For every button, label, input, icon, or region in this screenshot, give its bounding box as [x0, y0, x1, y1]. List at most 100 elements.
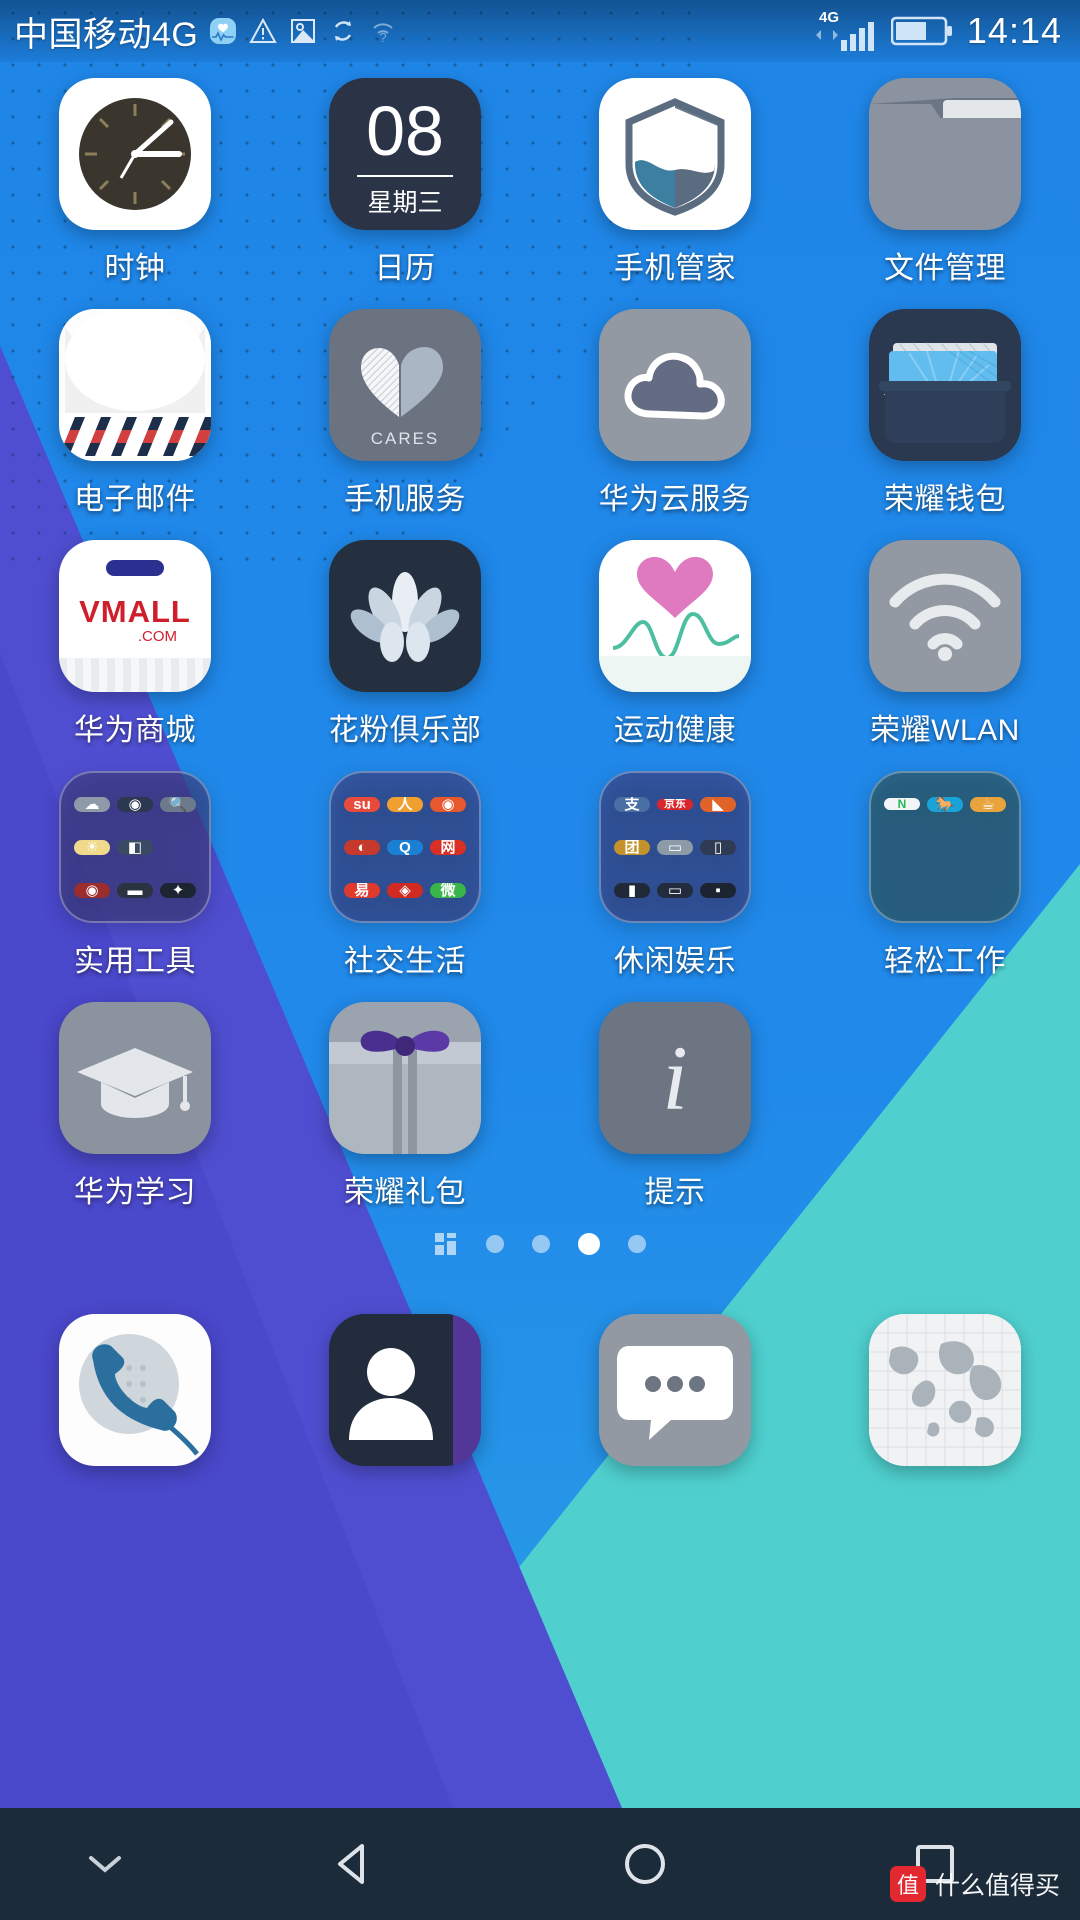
app-label: 电子邮件: [74, 483, 196, 516]
app-huafen-club[interactable]: 花粉俱乐部: [270, 540, 540, 771]
folder-entertainment[interactable]: 支 京东 ◣ 团 ▭ ▯ ▮ ▭ ▪ 休闲娱乐: [540, 771, 810, 1002]
folder-mini-app: ☕: [970, 796, 1006, 812]
folder-preview-grid: 支 京东 ◣ 团 ▭ ▯ ▮ ▭ ▪: [599, 771, 751, 923]
app-label: 花粉俱乐部: [328, 714, 482, 747]
app-health[interactable]: 运动健康: [540, 540, 810, 771]
home-pages-icon[interactable]: [434, 1232, 458, 1256]
nav-notification-chevron[interactable]: [0, 1850, 209, 1878]
folder-mini-app: ◣: [700, 796, 736, 812]
page-dot-2[interactable]: [532, 1235, 550, 1253]
app-vmall[interactable]: VMALL .COM 华为商城: [0, 540, 270, 771]
gift-box-icon[interactable]: [329, 1002, 481, 1154]
app-phone-service[interactable]: CARES 手机服务: [270, 309, 540, 540]
calendar-day: 08: [366, 91, 444, 170]
page-indicator[interactable]: [0, 1232, 1080, 1256]
signal-4g-icon: 4G: [813, 9, 879, 53]
folder-icon[interactable]: su 人 ◉ ◐ Q 网 易 ◈ 微: [329, 771, 481, 923]
envelope-icon[interactable]: [59, 309, 211, 461]
app-label: 华为学习: [74, 1176, 196, 1209]
folder-mini-app: ▪: [700, 882, 736, 898]
lotus-icon[interactable]: [329, 540, 481, 692]
status-bar-right: 4G 14:14: [813, 9, 1062, 53]
folder-mini-app: ◉: [117, 796, 153, 812]
clock-icon[interactable]: [59, 78, 211, 230]
folder-social[interactable]: su 人 ◉ ◐ Q 网 易 ◈ 微 社交生活: [270, 771, 540, 1002]
dock-browser[interactable]: [810, 1314, 1080, 1466]
nav-home-button[interactable]: [499, 1838, 789, 1890]
svg-text:4G: 4G: [819, 9, 839, 26]
vmall-bag-icon[interactable]: VMALL .COM: [59, 540, 211, 692]
folder-preview-grid: ☁ ◉ 🔍 ☀ ◧ ◉ ▬ ✦: [59, 771, 211, 923]
app-label: 荣耀礼包: [344, 1176, 466, 1209]
heart-pulse-icon[interactable]: [599, 540, 751, 692]
folder-work[interactable]: N 🐎 ☕ 轻松工作: [810, 771, 1080, 1002]
app-huawei-learn[interactable]: 华为学习: [0, 1002, 270, 1233]
folder-mini-app: ◐: [344, 839, 380, 855]
folder-mini-app: ☀: [74, 839, 110, 855]
app-honor-gift[interactable]: 荣耀礼包: [270, 1002, 540, 1233]
app-label: 手机服务: [344, 483, 466, 516]
app-file-manager[interactable]: 文件管理: [810, 78, 1080, 309]
folder-mini-app: 🐎: [927, 796, 963, 812]
status-bar[interactable]: 中国移动4G ? 4G 14:14: [0, 0, 1080, 62]
app-empty-slot: [810, 1002, 1080, 1233]
app-phone-manager[interactable]: 手机管家: [540, 78, 810, 309]
folder-icon[interactable]: 支 京东 ◣ 团 ▭ ▯ ▮ ▭ ▪: [599, 771, 751, 923]
page-dot-3-active[interactable]: [578, 1233, 600, 1255]
heart-rate-icon: [208, 15, 238, 47]
folder-icon[interactable]: ☁ ◉ 🔍 ☀ ◧ ◉ ▬ ✦: [59, 771, 211, 923]
dock-messages[interactable]: [540, 1314, 810, 1466]
message-bubble-icon[interactable]: [599, 1314, 751, 1466]
nav-back-button[interactable]: [209, 1838, 499, 1890]
app-tips[interactable]: i 提示: [540, 1002, 810, 1233]
app-calendar[interactable]: 08 星期三 日历: [270, 78, 540, 309]
wallet-icon[interactable]: 1934 8708 0501 627: [869, 309, 1021, 461]
phone-handset-icon[interactable]: [59, 1314, 211, 1466]
app-label: 社交生活: [344, 945, 466, 978]
page-dot-4[interactable]: [628, 1235, 646, 1253]
bag-handle: [106, 560, 164, 576]
wifi-question-icon: ?: [368, 15, 398, 47]
app-email[interactable]: 电子邮件: [0, 309, 270, 540]
wifi-icon[interactable]: [869, 540, 1021, 692]
watermark-text: 什么值得买: [934, 1872, 1060, 1900]
app-honor-wlan[interactable]: 荣耀WLAN: [810, 540, 1080, 771]
shield-icon[interactable]: [599, 78, 751, 230]
calendar-icon[interactable]: 08 星期三: [329, 78, 481, 230]
folder-mini-app: ☁: [74, 796, 110, 812]
world-map-browser-icon[interactable]: [869, 1314, 1021, 1466]
dock-phone[interactable]: [0, 1314, 270, 1466]
page-dot-1[interactable]: [486, 1235, 504, 1253]
folder-mini-app: 微: [430, 882, 466, 898]
app-cloud-service[interactable]: 华为云服务: [540, 309, 810, 540]
sync-icon: [328, 15, 358, 47]
app-label: 文件管理: [884, 252, 1006, 285]
app-clock[interactable]: 时钟: [0, 78, 270, 309]
vmall-brand: VMALL: [79, 594, 191, 629]
folder-mini-app: ▭: [657, 839, 693, 855]
bag-stripes: [59, 658, 211, 692]
folder-tools[interactable]: ☁ ◉ 🔍 ☀ ◧ ◉ ▬ ✦ 实用工具: [0, 771, 270, 1002]
app-honor-wallet[interactable]: 1934 8708 0501 627 荣耀钱包: [810, 309, 1080, 540]
dock-contacts[interactable]: [270, 1314, 540, 1466]
folder-mini-app: 团: [614, 839, 650, 855]
folder-icon[interactable]: N 🐎 ☕: [869, 771, 1021, 923]
cloud-icon[interactable]: [599, 309, 751, 461]
app-label: 华为商城: [74, 714, 196, 747]
contacts-person-icon[interactable]: [329, 1314, 481, 1466]
folder-mini-app: su: [344, 796, 380, 812]
app-grid: 时钟 08 星期三 日历 手机管家 文件管理 电子邮件 CARES 手机服务 华…: [0, 78, 1080, 1233]
cares-label: CARES: [370, 429, 440, 448]
folder-mini-app: N: [884, 798, 920, 810]
status-bar-left: 中国移动4G ?: [14, 7, 813, 56]
carrier-label: 中国移动4G: [14, 15, 199, 54]
folder-file-icon[interactable]: [869, 78, 1021, 230]
info-italic-icon[interactable]: i: [599, 1002, 751, 1154]
app-label: 实用工具: [74, 945, 196, 978]
vmall-brand-sub: .COM: [137, 628, 177, 645]
tips-glyph: i: [662, 1027, 688, 1129]
folder-mini-app: ▯: [700, 839, 736, 855]
watermark: 值 什么值得买: [889, 1866, 1060, 1902]
cares-heart-icon[interactable]: CARES: [329, 309, 481, 461]
graduation-cap-icon[interactable]: [59, 1002, 211, 1154]
